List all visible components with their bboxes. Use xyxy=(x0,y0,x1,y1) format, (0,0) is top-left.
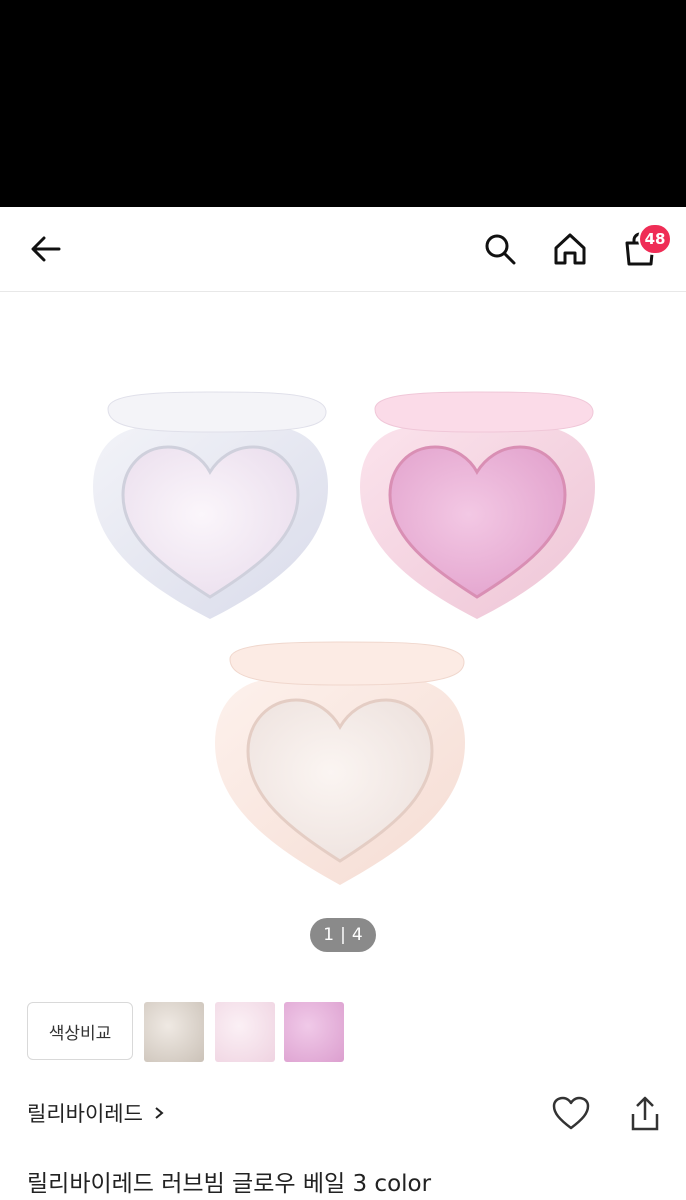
color-compare-button[interactable]: 색상비교 xyxy=(27,1002,133,1060)
brand-link[interactable]: 릴리바이레드 xyxy=(27,1098,165,1128)
back-button[interactable] xyxy=(24,227,68,271)
status-area xyxy=(0,0,686,207)
product-image-peach xyxy=(215,641,465,885)
arrow-left-icon xyxy=(31,236,61,262)
app-header xyxy=(0,207,686,292)
product-image-pink xyxy=(360,391,595,619)
search-button[interactable] xyxy=(478,227,522,271)
gallery-pager: 1 | 4 xyxy=(310,918,376,952)
product-image-lilac xyxy=(93,391,328,619)
home-icon xyxy=(554,233,586,265)
brand-name: 릴리바이레드 xyxy=(27,1102,143,1126)
search-icon xyxy=(485,234,516,265)
pager-current: 1 xyxy=(323,925,335,945)
color-swatch[interactable] xyxy=(215,1002,275,1062)
home-button[interactable] xyxy=(548,227,592,271)
color-swatch[interactable] xyxy=(284,1002,344,1062)
product-image-gallery[interactable] xyxy=(0,292,686,972)
share-icon[interactable] xyxy=(625,1094,665,1134)
product-title: 릴리바이레드 러브빔 글로우 베일 3 color xyxy=(27,1171,432,1197)
chevron-right-icon xyxy=(155,1107,164,1119)
brand-row: 릴리바이레드 xyxy=(27,1094,667,1134)
heart-icon[interactable] xyxy=(551,1094,591,1134)
cart-count-badge: 48 xyxy=(638,223,672,255)
pager-separator: | xyxy=(340,925,346,945)
pager-total: 4 xyxy=(351,925,363,945)
color-swatch[interactable] xyxy=(144,1002,204,1062)
